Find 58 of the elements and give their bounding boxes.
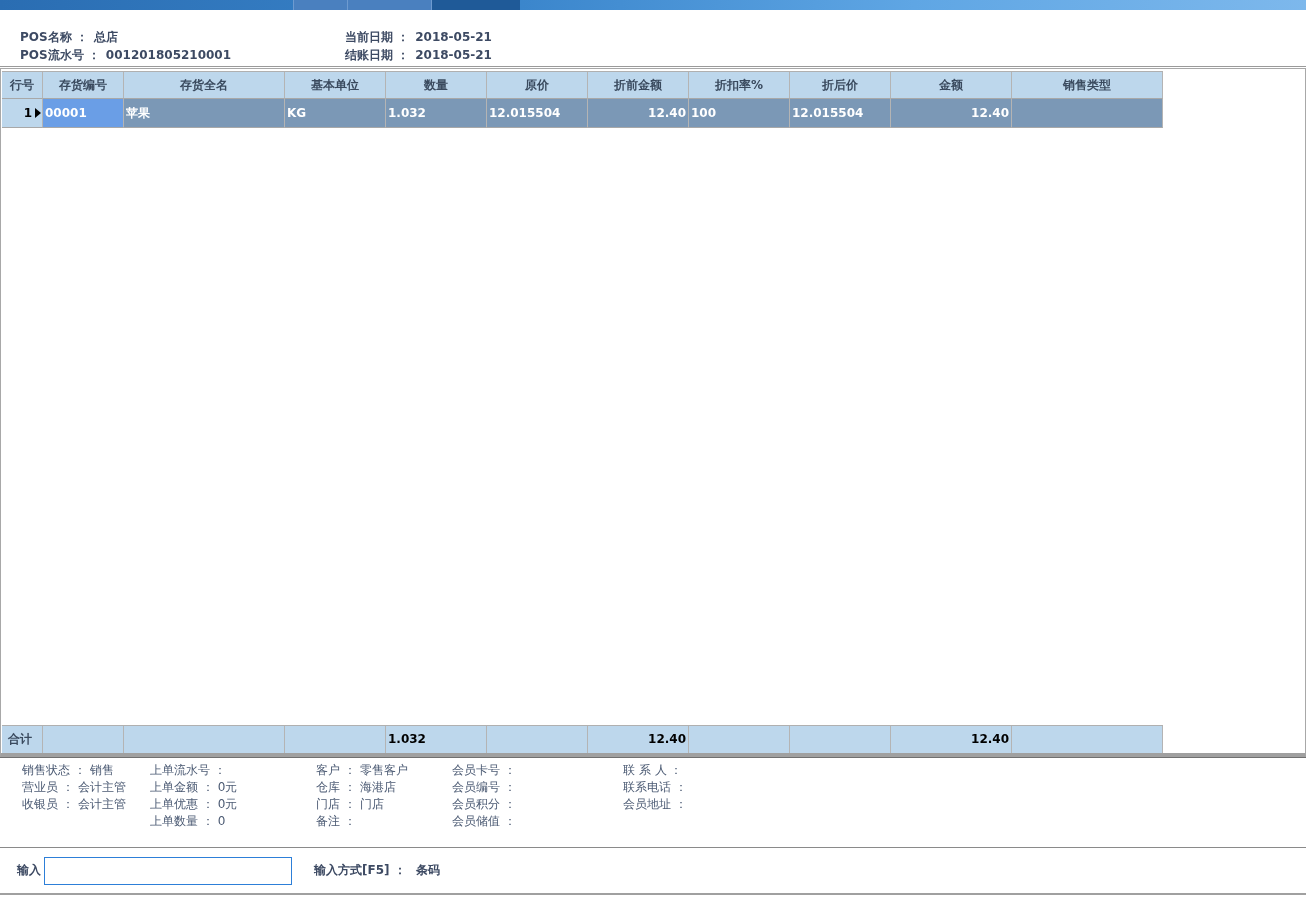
field-label: 当前日期 ： — [345, 30, 410, 44]
info-label: 客户 ： — [316, 763, 356, 777]
table-cell: 12.40 — [588, 99, 689, 128]
table-cell: 00001 — [43, 99, 124, 128]
info-value: 0 — [217, 814, 226, 828]
info-value: 门店 — [359, 797, 384, 811]
info-value: 会计主管 — [77, 780, 126, 794]
info-value: 0元 — [217, 780, 238, 794]
table-row[interactable]: 1 00001 苹果 KG 1.032 12.015504 12.40 100 12.015504 12.40 — [2, 99, 1163, 128]
field-label: POS流水号 ： — [20, 48, 100, 62]
input-mode-value: 条码 — [415, 862, 440, 879]
info-label: 会员储值 ： — [452, 814, 516, 828]
row-pointer-icon — [35, 108, 41, 118]
input-label: 输入 — [17, 862, 41, 879]
info-label: 营业员 ： — [22, 780, 74, 794]
field-value: 总店 — [93, 30, 118, 44]
info-label: 会员积分 ： — [452, 797, 516, 811]
totals-label: 合计 — [8, 732, 32, 746]
tab[interactable] — [347, 0, 431, 10]
info-label: 仓库 ： — [316, 780, 356, 794]
input-field[interactable] — [44, 856, 292, 885]
info-label: 收银员 ： — [22, 797, 74, 811]
info-label: 会员地址 ： — [623, 797, 687, 811]
info-label: 联 系 人 ： — [623, 763, 683, 777]
tab[interactable] — [293, 0, 347, 10]
info-label: 上单数量 ： — [150, 814, 214, 828]
info-value: 销售 — [89, 763, 114, 777]
row-number: 1 — [23, 105, 32, 121]
table-cell: 12.015504 — [487, 99, 588, 128]
info-value: 零售客户 — [359, 763, 408, 777]
info-label: 上单流水号 ： — [150, 763, 226, 777]
table-cell: 100 — [689, 99, 790, 128]
total-value: 1.032 — [388, 732, 426, 746]
info-label: 销售状态 ： — [22, 763, 86, 777]
info-label: 上单金额 ： — [150, 780, 214, 794]
info-value: 海港店 — [359, 780, 396, 794]
info-value: 0元 — [217, 797, 238, 811]
info-value: 会计主管 — [77, 797, 126, 811]
info-label: 会员卡号 ： — [452, 763, 516, 777]
table-cell: KG — [285, 99, 386, 128]
info-label: 上单优惠 ： — [150, 797, 214, 811]
info-label: 会员编号 ： — [452, 780, 516, 794]
info-label: 备注 ： — [316, 814, 356, 828]
field-label: POS名称 ： — [20, 30, 88, 44]
field-value: 2018-05-21 — [415, 48, 492, 62]
table-cell: 1.032 — [386, 99, 487, 128]
info-label: 联系电话 ： — [623, 780, 687, 794]
total-value: 12.40 — [971, 732, 1009, 746]
table-cell: 12.015504 — [790, 99, 891, 128]
field-value: 2018-05-21 — [415, 30, 492, 44]
tab[interactable] — [431, 0, 520, 10]
field-value: 001201805210001 — [105, 48, 232, 62]
input-mode-label: 输入方式[F5] ： — [314, 862, 406, 879]
table-cell: 苹果 — [124, 99, 285, 128]
total-value: 12.40 — [648, 732, 686, 746]
info-label: 门店 ： — [316, 797, 356, 811]
table-cell: 12.40 — [891, 99, 1012, 128]
field-label: 结账日期 ： — [345, 48, 410, 62]
